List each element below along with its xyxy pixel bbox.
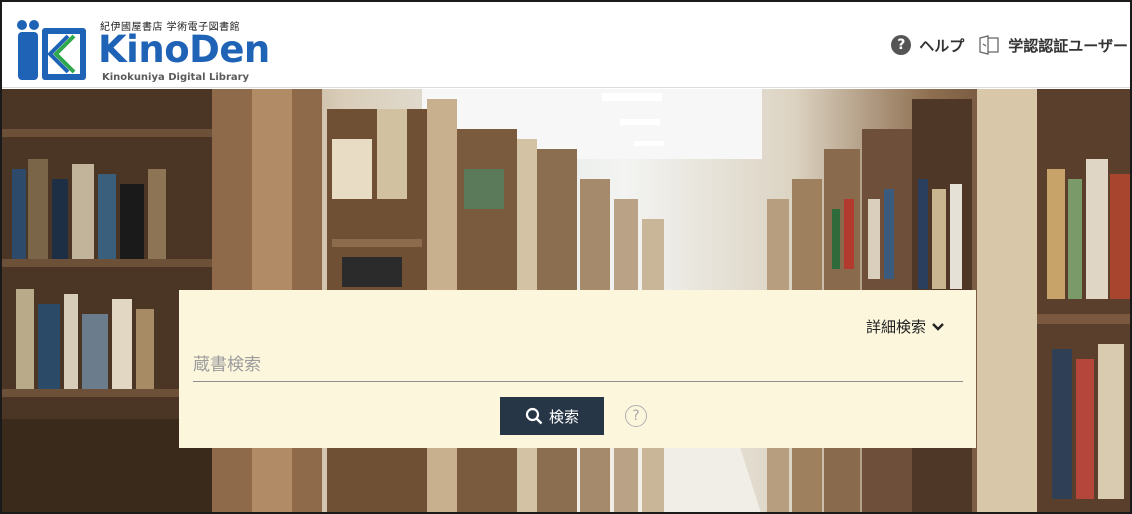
search-help-icon[interactable]: ? — [625, 405, 647, 427]
kinoden-logo[interactable]: 紀伊國屋書店 学術電子図書館 KinoDen Kinokuniya Digita… — [10, 14, 270, 84]
search-button-label: 検索 — [548, 407, 579, 426]
advanced-search-label: 詳細検索 — [865, 318, 926, 336]
page: 紀伊國屋書店 学術電子図書館 KinoDen Kinokuniya Digita… — [0, 0, 1132, 514]
logo-name: KinoDen — [98, 28, 270, 71]
chevron-down-icon — [932, 322, 944, 331]
search-input[interactable] — [193, 348, 963, 382]
help-icon[interactable]: ? — [891, 35, 912, 55]
logo-tagline: Kinokuniya Digital Library — [102, 72, 250, 83]
header-nav: ? ヘルプ 学認認証ユーザー — [891, 32, 1128, 58]
top-header: 紀伊國屋書店 学術電子図書館 KinoDen Kinokuniya Digita… — [2, 2, 1130, 88]
login-icon[interactable] — [978, 35, 1000, 55]
login-link[interactable]: 学認認証ユーザー — [1008, 35, 1128, 56]
advanced-search-toggle[interactable]: 詳細検索 — [866, 316, 944, 337]
logo-mark-icon — [17, 20, 86, 80]
search-icon — [525, 407, 543, 425]
search-button[interactable]: 検索 — [500, 397, 604, 435]
search-panel: 詳細検索 検索 ? — [179, 290, 976, 448]
help-link[interactable]: ヘルプ — [919, 35, 964, 56]
